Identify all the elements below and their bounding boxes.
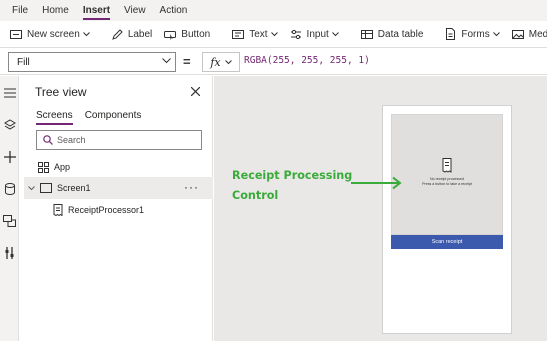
close-icon[interactable] [191,87,200,96]
chevron-down-icon [224,59,232,64]
tree-item-label: Screen1 [57,183,91,193]
label-button-label: Label [127,28,153,40]
more-options-button[interactable]: ··· [184,180,199,194]
tree-item-app[interactable]: App [24,156,213,178]
input-dropdown-label: Input [306,28,329,40]
instruction-text: Press a button to take a receipt [422,182,472,186]
forms-dropdown[interactable]: Forms [445,28,500,40]
button-button-label: Button [181,28,211,40]
new-screen-button[interactable]: New screen [10,29,90,40]
search-icon [43,135,53,145]
form-icon [446,28,456,40]
callout-line-2: Control [232,189,279,202]
callout-line-1: Receipt Processing [232,169,353,182]
property-dropdown[interactable]: Fill [8,52,176,72]
chevron-down-icon [331,31,339,36]
formula-input[interactable]: RGBA(255, 255, 255, 1) [244,55,370,66]
data-table-label: Data table [377,28,424,40]
table-icon [360,29,373,39]
layers-icon[interactable] [3,118,16,131]
tab-screens[interactable]: Screens [36,110,73,125]
label-button[interactable]: Label [112,29,152,40]
image-icon [511,29,524,39]
scan-receipt-button[interactable]: Scan receipt [391,235,503,249]
chevron-down-icon [162,58,171,64]
receipt-processor-control[interactable] [391,114,503,235]
chevron-down-icon[interactable] [28,185,35,191]
receipt-icon [442,158,452,173]
text-dropdown-label: Text [249,28,268,40]
callout-label: Receipt Processing Control [232,166,352,206]
screen-icon [40,183,52,193]
search-input[interactable] [57,135,187,145]
menu-action[interactable]: Action [160,0,188,21]
media-dropdown[interactable]: Media [511,28,547,40]
text-box-icon [232,29,245,39]
search-box [36,130,202,150]
tab-components[interactable]: Components [85,110,142,124]
receipt-icon [53,204,63,216]
chevron-down-icon [270,31,278,36]
app-grid-icon [38,161,49,173]
new-screen-label: New screen [27,28,80,40]
add-icon[interactable] [3,150,16,163]
hamburger-menu-icon[interactable] [3,86,16,99]
menu-view[interactable]: View [124,0,146,21]
menu-home[interactable]: Home [42,0,69,21]
button-button[interactable]: Button [164,29,210,40]
data-table-button[interactable]: Data table [360,28,424,40]
tree-view-panel: Tree view Screens Components App Screen1… [24,76,213,341]
left-rail [0,76,19,341]
formula-bar: Fill = fx RGBA(255, 255, 255, 1) [0,49,547,75]
input-dropdown[interactable]: Input [290,29,339,40]
no-receipt-text: No receipt processed [430,177,464,181]
button-icon [164,30,177,40]
menu-file[interactable]: File [12,0,28,21]
new-screen-icon [10,29,22,39]
tree-item-label: ReceiptProcessor1 [68,205,145,215]
tree-item-label: App [54,162,71,172]
sliders-icon [290,29,301,39]
menu-insert[interactable]: Insert [82,0,111,21]
text-dropdown[interactable]: Text [232,28,278,40]
pencil-icon [112,28,123,40]
equals-sign: = [183,54,191,69]
fx-label: fx [210,55,221,69]
callout-arrow-icon [351,176,402,190]
tree-item-screen1[interactable]: Screen1 ··· [24,177,213,199]
chevron-down-icon [82,31,90,36]
insert-ribbon: New screen Label Button Text Input Data … [0,21,547,48]
media-icon[interactable] [3,214,16,227]
fx-button[interactable]: fx [202,52,240,72]
chevron-down-icon [492,31,500,36]
database-icon[interactable] [3,182,16,195]
tools-icon[interactable] [3,246,16,259]
tree-item-receiptprocessor1[interactable]: ReceiptProcessor1 [24,199,213,221]
menu-bar: File Home Insert View Action [0,0,547,21]
panel-title: Tree view [35,85,87,99]
media-dropdown-label: Media [528,28,547,40]
property-value: Fill [17,56,30,68]
tree-view-tabs: Screens Components [36,110,153,125]
forms-dropdown-label: Forms [461,28,490,40]
